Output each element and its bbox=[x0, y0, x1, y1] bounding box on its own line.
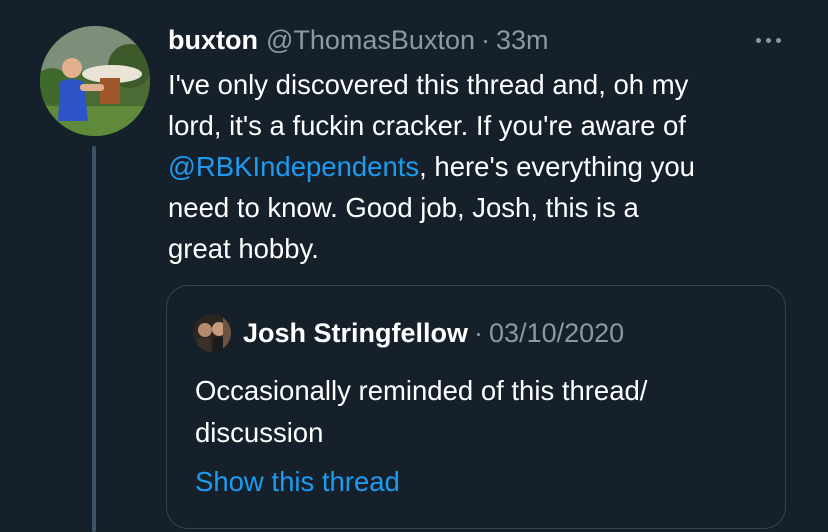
mention-link[interactable]: @RBKIndependents bbox=[168, 151, 419, 182]
tweet-body-line: I've only discovered this thread and, oh… bbox=[168, 69, 689, 100]
quoted-tweet-card[interactable]: Josh Stringfellow · 03/10/2020 Occasiona… bbox=[166, 285, 786, 529]
tweet-timestamp[interactable]: 33m bbox=[496, 25, 549, 56]
tweet-body: I've only discovered this thread and, oh… bbox=[168, 64, 798, 269]
tweet-body-line-rest: , here's everything you bbox=[419, 151, 695, 182]
tweet[interactable]: buxton @ThomasBuxton · 33m I've only dis… bbox=[0, 0, 828, 532]
quoted-body-line: discussion bbox=[195, 417, 324, 448]
tweet-header: buxton @ThomasBuxton · 33m bbox=[168, 22, 549, 58]
tweet-body-line: need to know. Good job, Josh, this is a bbox=[168, 192, 639, 223]
quoted-body-line: Occasionally reminded of this thread/ bbox=[195, 375, 648, 406]
quoted-tweet-body: Occasionally reminded of this thread/ di… bbox=[195, 370, 755, 454]
author-display-name[interactable]: buxton bbox=[168, 25, 258, 56]
quoted-author-name[interactable]: Josh Stringfellow bbox=[243, 318, 468, 349]
quoted-tweet-date[interactable]: 03/10/2020 bbox=[489, 318, 624, 349]
thread-connector-line bbox=[92, 146, 96, 532]
author-handle[interactable]: @ThomasBuxton bbox=[266, 25, 475, 56]
quoted-avatar-photo bbox=[193, 314, 231, 352]
tweet-body-line: lord, it's a fuckin cracker. If you're a… bbox=[168, 110, 686, 141]
tweet-body-line: @RBKIndependents, here's everything you bbox=[168, 146, 798, 187]
avatar-photo bbox=[40, 26, 150, 136]
separator-dot: · bbox=[474, 317, 484, 348]
more-horizontal-icon[interactable] bbox=[748, 30, 788, 50]
quoted-tweet-header: Josh Stringfellow · 03/10/2020 bbox=[243, 314, 624, 352]
show-thread-link[interactable]: Show this thread bbox=[195, 462, 400, 502]
tweet-body-line: great hobby. bbox=[168, 233, 319, 264]
quoted-author-avatar[interactable] bbox=[193, 314, 231, 352]
separator-dot: · bbox=[480, 24, 490, 55]
avatar[interactable] bbox=[40, 26, 150, 136]
